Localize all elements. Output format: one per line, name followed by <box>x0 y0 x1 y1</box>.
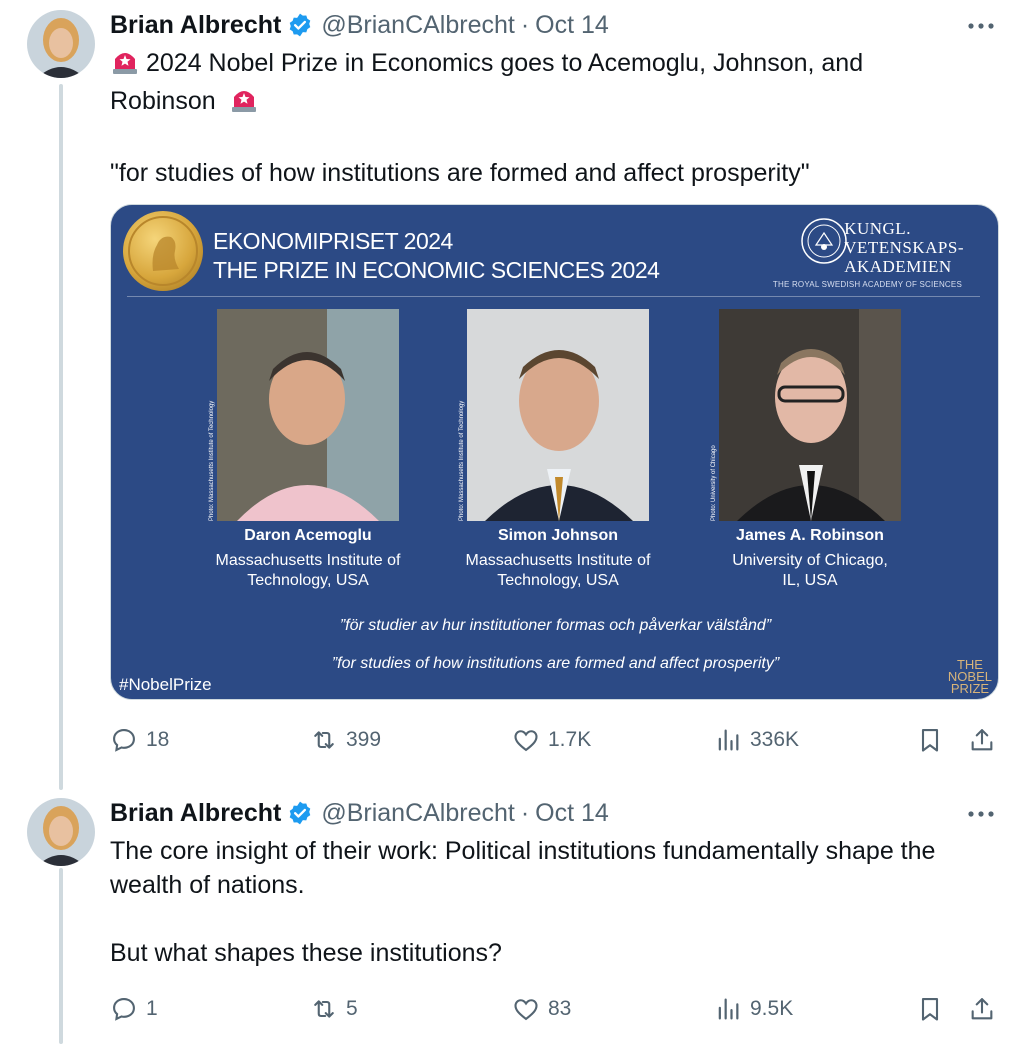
photo-credit: Photo: Massachusetts Institute of Techno… <box>209 400 215 521</box>
views-count: 336K <box>750 728 800 751</box>
card-divider <box>127 296 980 297</box>
reply-count: 1 <box>146 997 158 1020</box>
card-title-en: THE PRIZE IN ECONOMIC SCIENCES 2024 <box>213 257 660 283</box>
bookmark-icon <box>921 998 939 1021</box>
share-button[interactable] <box>968 723 1004 757</box>
views-button[interactable]: 9.5K <box>714 992 793 1026</box>
academy-name-line-3: AKADEMIEN <box>844 257 952 276</box>
like-button[interactable]: 83 <box>512 992 571 1026</box>
reply-icon <box>113 729 135 752</box>
laureate-institution: University of Chicago, IL, USA <box>690 551 930 591</box>
tweet-text-line-3: "for studies of how institutions are for… <box>110 159 810 187</box>
views-button[interactable]: 336K <box>714 723 799 757</box>
laureate-institution-line-2: IL, USA <box>782 572 838 589</box>
laureate-name: Simon Johnson <box>498 527 618 544</box>
photo-credit: Photo: University of Chicago <box>711 445 717 521</box>
laureate-institution: Massachusetts Institute of Technology, U… <box>438 551 678 591</box>
tweet-text-line-2: Robinson <box>110 87 216 115</box>
tweet-text: 2024 Nobel Prize in Economics goes to Ac… <box>110 46 1010 190</box>
laureate-institution-line-1: Massachusetts Institute of <box>215 552 401 569</box>
more-icon[interactable] <box>966 804 996 824</box>
like-button[interactable]: 1.7K <box>512 723 591 757</box>
academy-name: KUNGL. VETENSKAPS- AKADEMIEN <box>844 219 964 276</box>
share-icon <box>971 729 993 751</box>
prize-motivation-en: ”for studies of how institutions are for… <box>331 655 780 672</box>
repost-icon <box>314 731 334 749</box>
tweet[interactable]: Brian Albrecht @BrianCAlbrecht · Oct 14 … <box>0 0 1026 780</box>
bookmark-button[interactable] <box>916 992 952 1026</box>
photo-credit: Photo: Massachusetts Institute of Techno… <box>459 400 465 521</box>
tweet-header: Brian Albrecht @BrianCAlbrecht · Oct 14 <box>110 798 609 828</box>
author-handle[interactable]: @BrianCAlbrecht <box>321 11 515 40</box>
reply-button[interactable]: 18 <box>110 723 169 757</box>
academy-name-line-1: KUNGL. <box>844 219 911 238</box>
reply-button[interactable]: 1 <box>110 992 158 1026</box>
views-icon <box>718 998 739 1020</box>
share-button[interactable] <box>968 992 1004 1026</box>
tweet-date[interactable]: Oct 14 <box>535 11 609 40</box>
bookmark-icon <box>921 729 939 752</box>
laureate-name: James A. Robinson <box>736 527 884 544</box>
laureate-photo-johnson <box>467 309 649 521</box>
like-count: 83 <box>548 997 572 1020</box>
tweet-text-line-1: The core insight of their work: Politica… <box>110 837 936 865</box>
siren-emoji-icon <box>229 85 259 122</box>
nobel-prize-logo: THE NOBEL PRIZE <box>948 658 992 696</box>
tweet-actions: 18 399 1.7K 336K <box>110 723 1002 757</box>
bookmark-button[interactable] <box>916 723 952 757</box>
tweet-date[interactable]: Oct 14 <box>535 799 609 828</box>
nobel-medal-icon <box>123 211 203 291</box>
separator-dot: · <box>520 10 530 39</box>
repost-button[interactable]: 5 <box>310 992 358 1026</box>
academy-subtitle: THE ROYAL SWEDISH ACADEMY OF SCIENCES <box>772 280 962 289</box>
author-handle[interactable]: @BrianCAlbrecht <box>321 799 515 828</box>
views-count: 9.5K <box>750 997 794 1020</box>
reply-icon <box>113 998 135 1021</box>
academy-seal-icon <box>800 217 848 265</box>
reply-count: 18 <box>146 728 170 751</box>
like-icon <box>514 999 538 1021</box>
nobel-prize-logo-line-3: PRIZE <box>950 681 990 696</box>
verified-badge-icon <box>287 12 313 38</box>
laureate-institution-line-2: Technology, USA <box>247 572 369 589</box>
tweet-media-image[interactable]: EKONOMIPRISET 2024 THE PRIZE IN ECONOMIC… <box>110 204 999 700</box>
card-title: EKONOMIPRISET 2024 THE PRIZE IN ECONOMIC… <box>213 227 660 285</box>
laureate-institution-line-1: Massachusetts Institute of <box>465 552 651 569</box>
repost-count: 399 <box>346 728 382 751</box>
laureate-name: Daron Acemoglu <box>244 527 372 544</box>
tweet[interactable]: Brian Albrecht @BrianCAlbrecht · Oct 14 … <box>0 788 1026 1044</box>
views-icon <box>718 729 739 751</box>
hashtag: #NobelPrize <box>119 675 212 694</box>
laureate-institution-line-1: University of Chicago, <box>732 552 888 569</box>
laureate-institution-line-2: Technology, USA <box>497 572 619 589</box>
more-icon[interactable] <box>966 16 996 36</box>
tweet-text-line-1: 2024 Nobel Prize in Economics goes to Ac… <box>146 49 864 77</box>
repost-count: 5 <box>346 997 358 1020</box>
prize-motivation-sv: ”för studier av hur institutioner formas… <box>339 617 772 634</box>
laureate-photo-robinson <box>719 309 901 521</box>
author-name[interactable]: Brian Albrecht <box>110 799 281 828</box>
avatar[interactable] <box>27 798 95 866</box>
card-title-sv: EKONOMIPRISET 2024 <box>213 228 453 254</box>
avatar[interactable] <box>27 10 95 78</box>
repost-button[interactable]: 399 <box>310 723 381 757</box>
like-icon <box>514 730 538 752</box>
tweet-text-line-3: But what shapes these institutions? <box>110 939 502 967</box>
academy-name-line-2: VETENSKAPS- <box>844 238 964 257</box>
tweet-header: Brian Albrecht @BrianCAlbrecht · Oct 14 <box>110 10 609 40</box>
tweet-text: The core insight of their work: Politica… <box>110 834 1010 970</box>
verified-badge-icon <box>287 800 313 826</box>
author-name[interactable]: Brian Albrecht <box>110 11 281 40</box>
laureate-institution: Massachusetts Institute of Technology, U… <box>188 551 428 591</box>
tweet-actions: 1 5 83 9.5K <box>110 992 1002 1026</box>
separator-dot: · <box>520 798 530 827</box>
laureate-photo-acemoglu <box>217 309 399 521</box>
repost-icon <box>314 1000 334 1018</box>
tweet-text-line-2: wealth of nations. <box>110 871 305 899</box>
siren-emoji-icon <box>110 47 140 84</box>
like-count: 1.7K <box>548 728 592 751</box>
share-icon <box>971 998 993 1020</box>
